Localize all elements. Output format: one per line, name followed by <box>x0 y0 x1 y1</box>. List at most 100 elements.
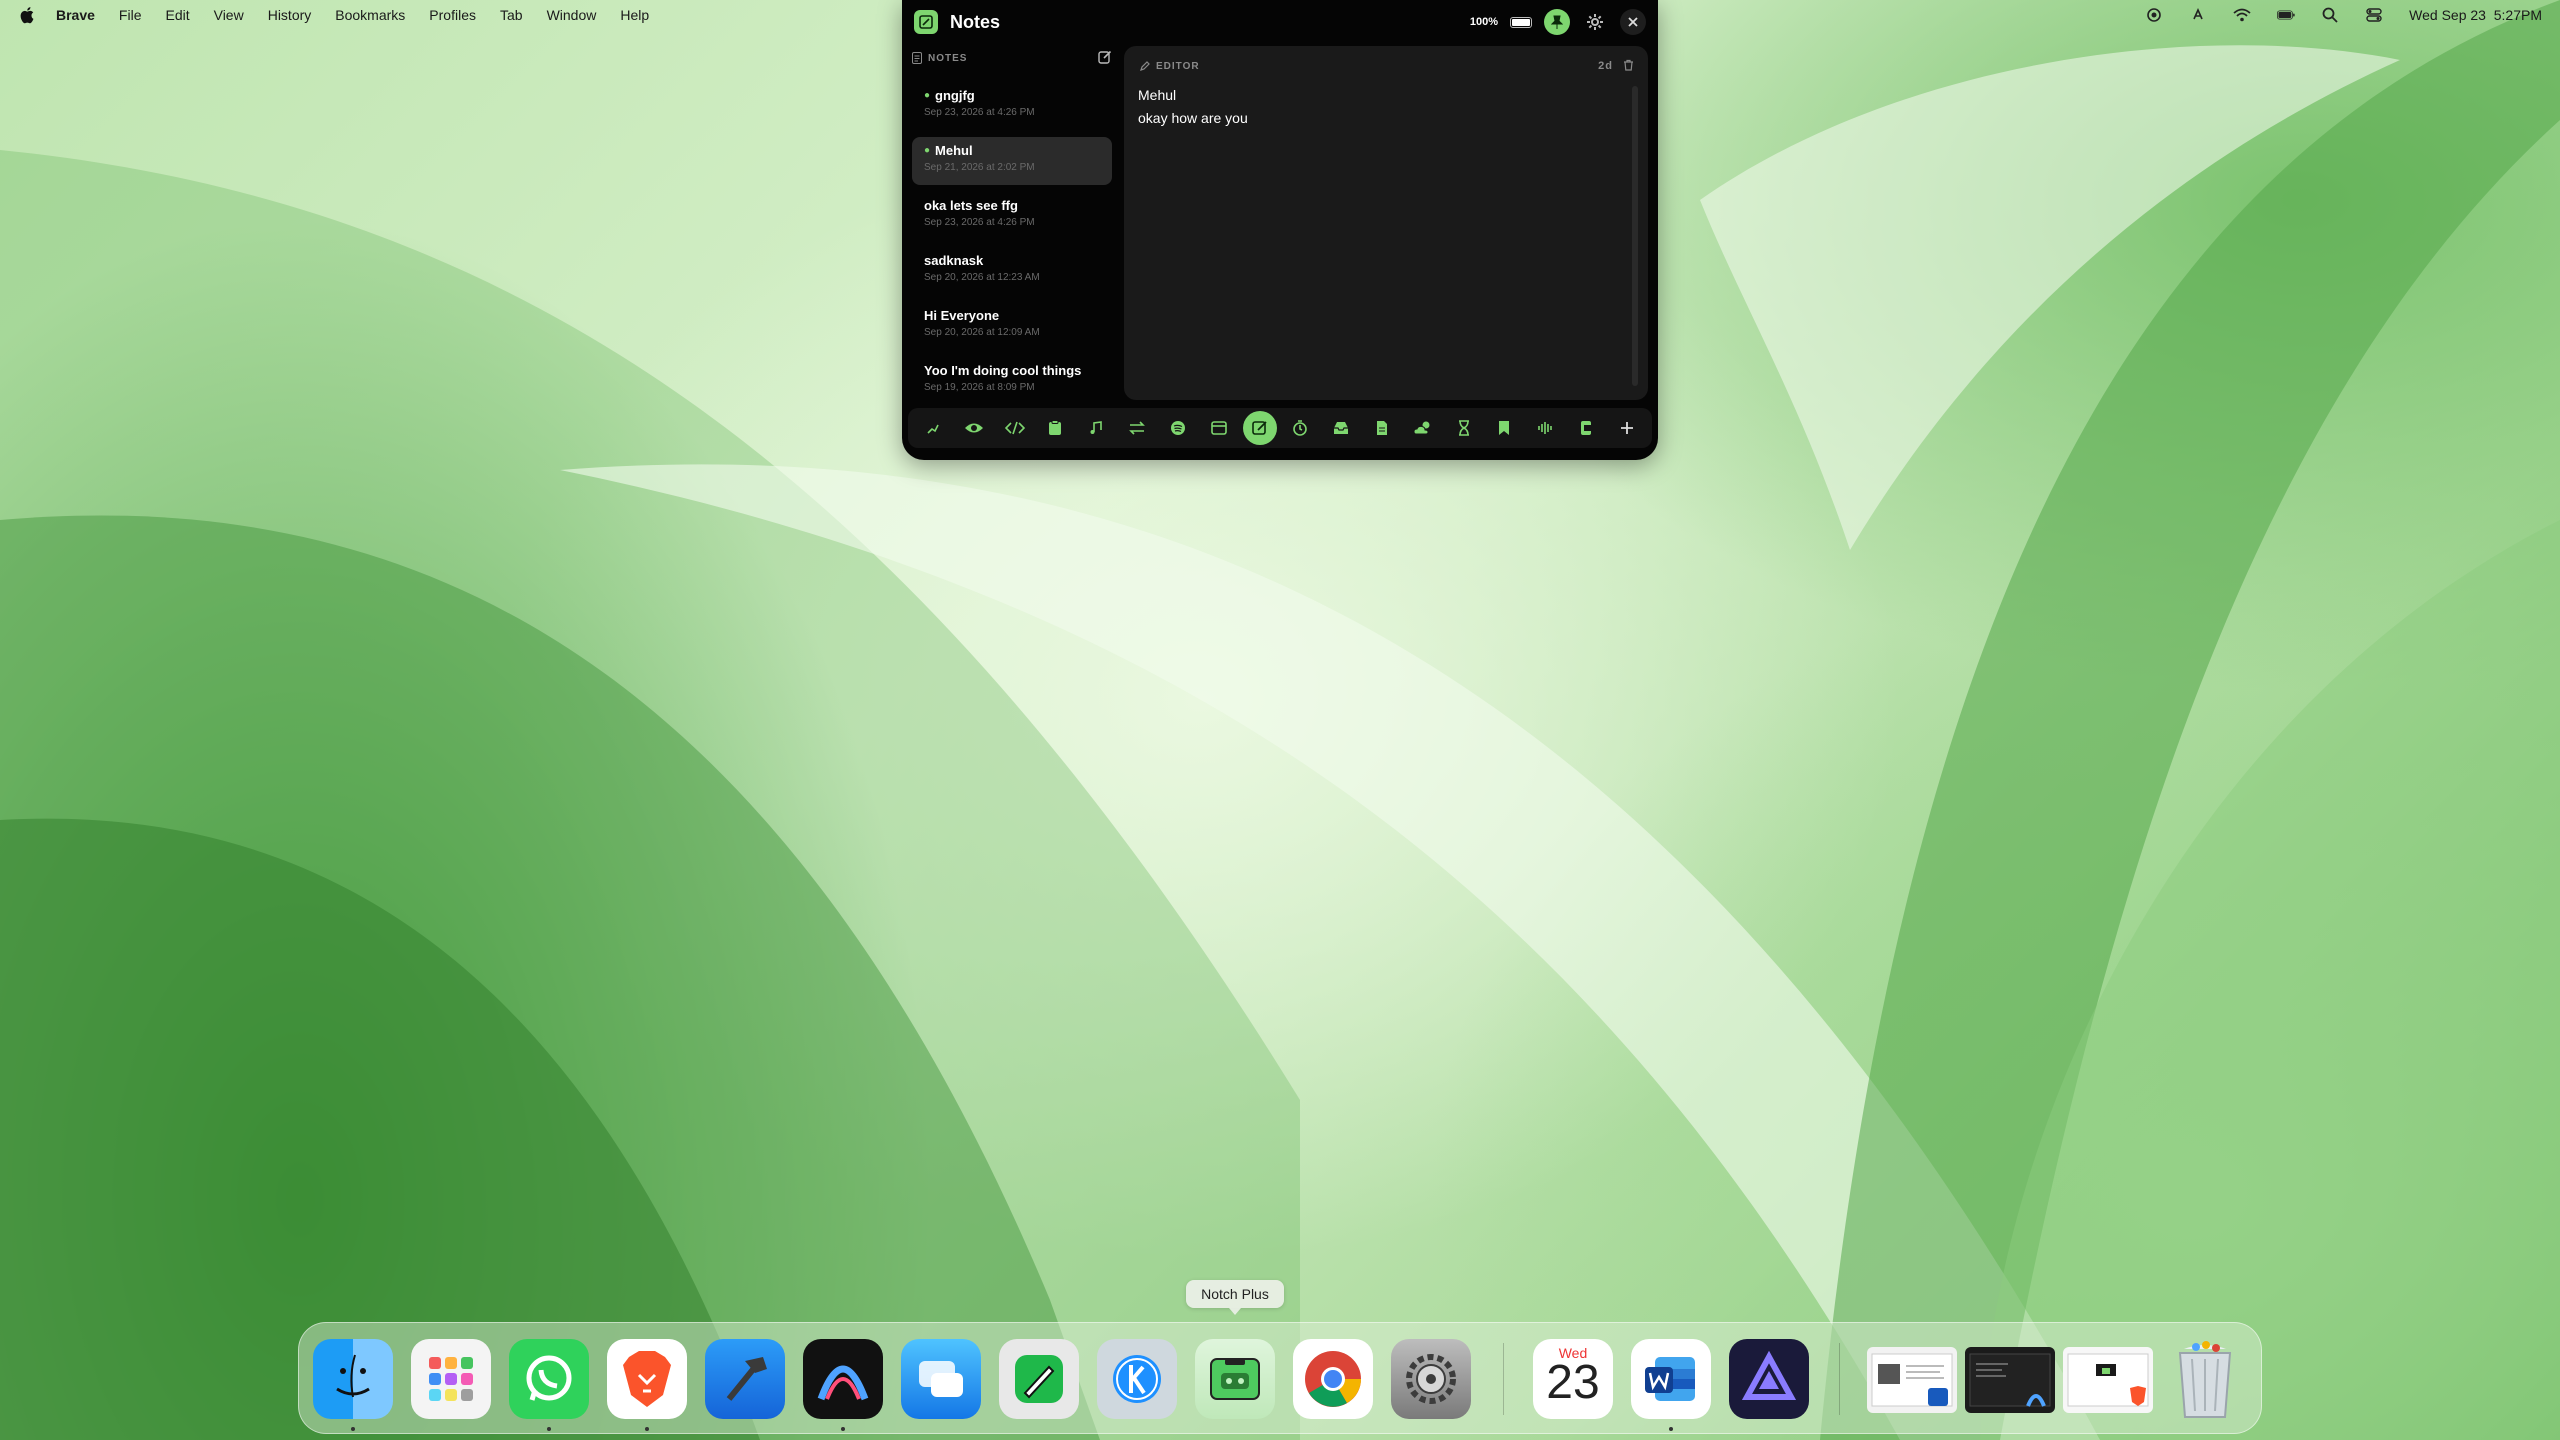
extension-status-icon[interactable] <box>2189 6 2207 24</box>
dock-separator <box>1839 1343 1840 1415</box>
note-date: Sep 20, 2026 at 12:09 AM <box>924 327 1040 338</box>
new-note-icon[interactable] <box>1098 50 1112 67</box>
settings-gear-icon[interactable] <box>1582 9 1608 35</box>
notes-doc-icon <box>912 52 922 64</box>
menu-profiles[interactable]: Profiles <box>429 7 476 23</box>
dock-remote-desktop-icon[interactable] <box>901 1339 981 1419</box>
pin-icon: ● <box>924 144 931 156</box>
dock-minimized-brave-window[interactable] <box>2063 1347 2153 1413</box>
dock-launchpad-icon[interactable] <box>411 1339 491 1419</box>
dock-chrome-icon[interactable] <box>1293 1339 1373 1419</box>
notes-icon[interactable] <box>1242 411 1277 445</box>
menu-bookmarks[interactable]: Bookmarks <box>335 7 405 23</box>
spotify-icon[interactable] <box>1161 411 1195 445</box>
menu-clock[interactable]: Wed Sep 23 5:27PM <box>2409 7 2542 23</box>
editor-line: okay how are you <box>1138 110 1248 126</box>
running-indicator <box>351 1427 355 1431</box>
dock-minimized-word-window[interactable] <box>1867 1347 1957 1413</box>
note-title: Hi Everyone <box>924 307 1000 323</box>
dock-word-icon[interactable] <box>1631 1339 1711 1419</box>
dock-minimized-arc-window[interactable] <box>1965 1347 2055 1413</box>
plus-icon[interactable] <box>1610 411 1644 445</box>
menu-file[interactable]: File <box>119 7 142 23</box>
battery-level-bar <box>1510 16 1532 28</box>
dock-finder-icon[interactable] <box>313 1339 393 1419</box>
chart-icon[interactable] <box>916 411 950 445</box>
dock-tooltip: Notch Plus <box>1186 1280 1284 1315</box>
battery-percentage: 100% <box>1469 16 1498 28</box>
editor-scrollbar[interactable] <box>1632 86 1638 386</box>
note-item-hi-everyone[interactable]: Hi Everyone Sep 20, 2026 at 12:09 AM <box>912 302 1112 350</box>
waveform-icon[interactable] <box>1528 411 1562 445</box>
dock-separator <box>1503 1343 1504 1415</box>
menu-help[interactable]: Help <box>620 7 649 23</box>
note-title: Mehul <box>935 142 973 158</box>
swap-icon[interactable] <box>1120 411 1154 445</box>
note-date: Sep 23, 2026 at 4:26 PM <box>924 217 1035 228</box>
menu-window[interactable]: Window <box>547 7 597 23</box>
menu-app-name[interactable]: Brave <box>56 7 95 23</box>
calendar-icon[interactable] <box>1202 411 1236 445</box>
dock-brave-icon[interactable] <box>607 1339 687 1419</box>
pin-icon: ● <box>924 89 931 101</box>
wifi-icon[interactable] <box>2233 6 2251 24</box>
note-item-gngjfg[interactable]: ● gngjfg Sep 23, 2026 at 4:26 PM <box>912 82 1112 130</box>
notes-section-label: NOTES <box>928 52 968 64</box>
note-editor: EDITOR 2d Mehul okay how are you <box>1124 46 1648 400</box>
dock-whatsapp-icon[interactable] <box>509 1339 589 1419</box>
note-item-sadknask[interactable]: sadknask Sep 20, 2026 at 12:23 AM <box>912 247 1112 295</box>
music-icon[interactable] <box>1079 411 1113 445</box>
notes-sidebar: NOTES ● gngjfg Sep 23, 2026 at 4:26 PM ● M… <box>912 46 1112 400</box>
hourglass-icon[interactable] <box>1447 411 1481 445</box>
dock-klack-icon[interactable] <box>1097 1339 1177 1419</box>
notes-app-icon <box>914 10 938 34</box>
running-indicator <box>1669 1427 1673 1431</box>
dock-arc-icon[interactable] <box>803 1339 883 1419</box>
menu-history[interactable]: History <box>268 7 312 23</box>
control-center-icon[interactable] <box>2365 6 2383 24</box>
bookmark-icon[interactable] <box>1487 411 1521 445</box>
dock-trash-icon[interactable] <box>2165 1339 2245 1419</box>
apple-logo-icon[interactable] <box>20 6 36 24</box>
weather-icon[interactable] <box>1406 411 1440 445</box>
note-title: sadknask <box>924 252 984 268</box>
timer-icon[interactable] <box>1283 411 1317 445</box>
note-item-mehul[interactable]: ● Mehul Sep 21, 2026 at 2:02 PM <box>912 137 1112 185</box>
dock-calendar-icon[interactable]: Wed 23 <box>1533 1339 1613 1419</box>
dock-system-settings-icon[interactable] <box>1391 1339 1471 1419</box>
spotlight-search-icon[interactable] <box>2321 6 2339 24</box>
notch-notes-window: Notes 100% NOTES ● gngjfg Sep 23, 2026 a… <box>902 0 1658 460</box>
note-title: Yoo I'm doing cool things <box>924 362 1082 378</box>
calendar-date: 23 <box>1546 1356 1600 1409</box>
dock-xcode-icon[interactable] <box>705 1339 785 1419</box>
note-item-yoo-cool-things[interactable]: Yoo I'm doing cool things Sep 19, 2026 a… <box>912 357 1112 405</box>
menu-view[interactable]: View <box>214 7 244 23</box>
delete-note-trash-icon[interactable] <box>1623 59 1634 74</box>
pin-button[interactable] <box>1544 9 1570 35</box>
note-date: Sep 23, 2026 at 4:26 PM <box>924 107 1035 118</box>
dock-notch-plus-icon[interactable] <box>1195 1339 1275 1419</box>
dock-affinity-icon[interactable] <box>1729 1339 1809 1419</box>
running-indicator <box>841 1427 845 1431</box>
editor-line: Mehul <box>1138 87 1177 103</box>
menu-edit[interactable]: Edit <box>165 7 189 23</box>
note-item-oka-lets-see-ffg[interactable]: oka lets see ffg Sep 23, 2026 at 4:26 PM <box>912 192 1112 240</box>
note-title: gngjfg <box>935 87 975 103</box>
extension-icon[interactable] <box>1569 411 1603 445</box>
pencil-icon <box>1140 61 1150 71</box>
clipboard-icon[interactable] <box>1038 411 1072 445</box>
running-indicator <box>547 1427 551 1431</box>
eye-icon[interactable] <box>957 411 991 445</box>
focus-icon[interactable] <box>2145 6 2163 24</box>
tray-icon[interactable] <box>1324 411 1358 445</box>
close-button[interactable] <box>1620 9 1646 35</box>
note-date: Sep 21, 2026 at 2:02 PM <box>924 162 1035 173</box>
note-title: oka lets see ffg <box>924 197 1018 213</box>
editor-text-area[interactable]: Mehul okay how are you <box>1138 84 1618 130</box>
menu-tab[interactable]: Tab <box>500 7 523 23</box>
code-icon[interactable] <box>998 411 1032 445</box>
note-date: Sep 20, 2026 at 12:23 AM <box>924 272 1040 283</box>
file-icon[interactable] <box>1365 411 1399 445</box>
dock-notes-editor-icon[interactable] <box>999 1339 1079 1419</box>
battery-icon[interactable] <box>2277 6 2295 24</box>
